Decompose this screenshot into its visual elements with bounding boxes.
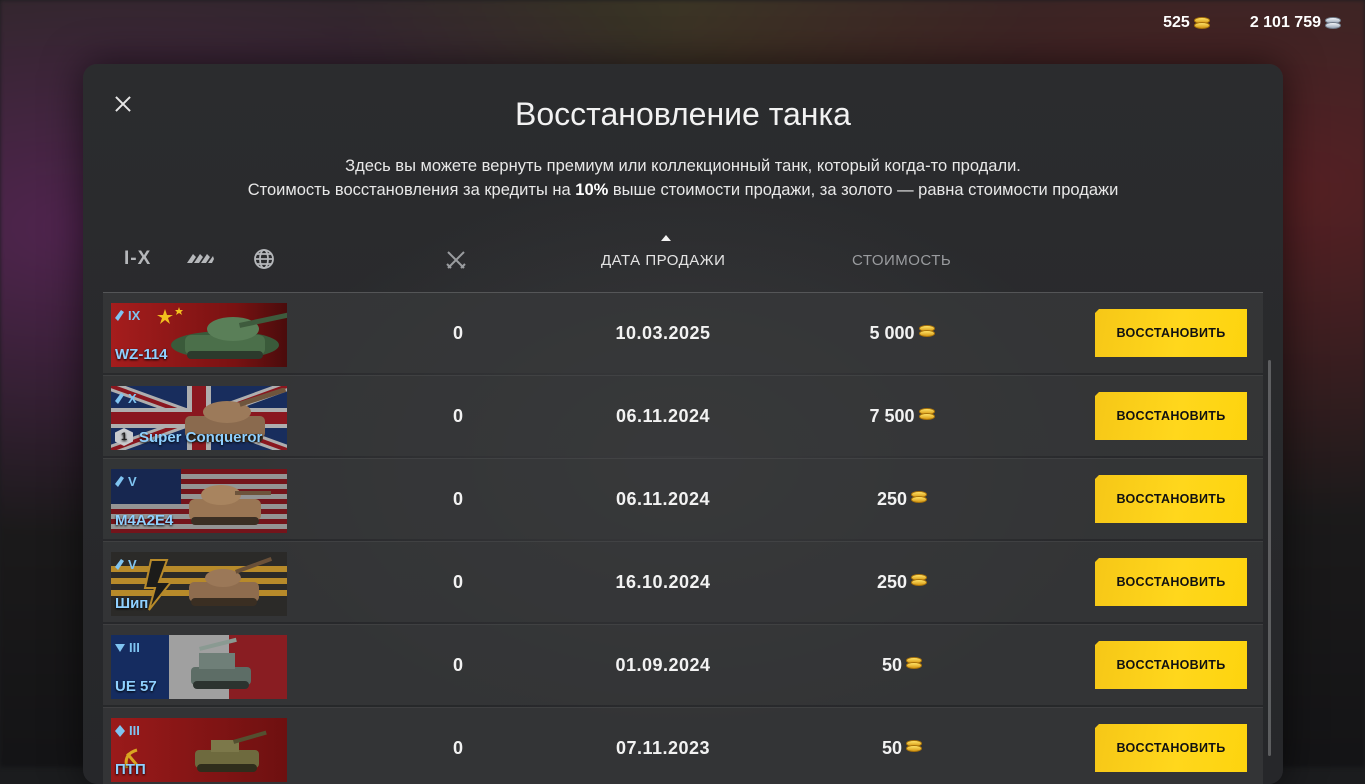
- description-line-2: Стоимость восстановления за кредиты на 1…: [247, 181, 1119, 199]
- sale-date: 07.11.2023: [615, 738, 711, 758]
- sort-ascending-icon: [661, 235, 671, 241]
- premium-icon: [115, 559, 124, 570]
- tank-name: UE 57: [115, 678, 157, 695]
- tank-card: III UE 57: [111, 635, 287, 699]
- restore-button[interactable]: ВОССТАНОВИТЬ: [1095, 392, 1247, 440]
- column-header-sale-date[interactable]: ДАТА ПРОДАЖИ: [601, 252, 725, 269]
- restore-button[interactable]: ВОССТАНОВИТЬ: [1095, 309, 1247, 357]
- tank-tier: III: [115, 640, 140, 655]
- restore-cost: 250: [823, 459, 983, 539]
- tank-name: WZ-114: [115, 346, 168, 363]
- gold-coin-icon: [906, 657, 924, 673]
- column-header-cost[interactable]: СТОИМОСТЬ: [852, 252, 951, 269]
- tank-ship-image: [189, 557, 273, 606]
- gold-coin-icon: [911, 491, 929, 507]
- table-row: V M4A2E4 0 06.11.2024 250 ВОССТАНОВИТЬ: [103, 458, 1263, 539]
- sale-date: 01.09.2024: [615, 655, 711, 675]
- tank-tier: V: [115, 474, 137, 489]
- tank-name: ПТП: [115, 761, 146, 778]
- tank-type-td-icon: [115, 724, 125, 737]
- battles-crossed-swords-icon[interactable]: [445, 250, 467, 275]
- currency-bar: 525 2 101 759: [1163, 14, 1341, 32]
- sale-date: 06.11.2024: [615, 489, 711, 509]
- tank-card: V M4A2E4: [111, 469, 287, 533]
- battles-count: 0: [452, 406, 463, 426]
- scrollbar[interactable]: [1268, 360, 1271, 756]
- gold-coin-icon: [918, 325, 937, 341]
- nation-filter-globe-icon[interactable]: [249, 248, 279, 270]
- table-row: IX WZ-114 0 10.03.2025 5 000 ВОССТАНОВИТ…: [103, 292, 1263, 373]
- tank-card: III ПТП: [111, 718, 287, 782]
- battles-count: 0: [452, 738, 463, 758]
- tank-tier: IX: [115, 308, 140, 323]
- sale-date: 16.10.2024: [615, 572, 711, 592]
- vehicle-type-filter-icon[interactable]: [185, 248, 215, 270]
- battles-count: 0: [452, 489, 463, 509]
- tank-card: X 1 Super Conqueror: [111, 386, 287, 450]
- restore-button[interactable]: ВОССТАНОВИТЬ: [1095, 558, 1247, 606]
- tank-name: M4A2E4: [115, 512, 174, 529]
- gold-amount: 525: [1163, 14, 1190, 31]
- sale-date: 10.03.2025: [615, 323, 711, 343]
- premium-icon: [115, 476, 124, 487]
- silver-balance: 2 101 759: [1249, 14, 1341, 32]
- mastery-badge-icon: 1: [115, 428, 133, 446]
- tier-filter-button[interactable]: I-X: [124, 248, 151, 270]
- table-row: V Шип 0 16.10.2024 250 ВОССТАНОВИТЬ: [103, 541, 1263, 622]
- gold-coin-icon: [1193, 17, 1210, 29]
- silver-amount: 2 101 759: [1249, 14, 1321, 31]
- premium-icon: [115, 393, 124, 404]
- restore-cost: 50: [823, 625, 983, 705]
- restore-cost: 7 500: [823, 376, 983, 456]
- tank-tier: X: [115, 391, 137, 406]
- tank-card: IX WZ-114: [111, 303, 287, 367]
- gold-balance: 525: [1163, 14, 1210, 32]
- silver-coin-icon: [1325, 17, 1341, 29]
- gold-coin-icon: [918, 408, 937, 424]
- tank-card: V Шип: [111, 552, 287, 616]
- restore-button[interactable]: ВОССТАНОВИТЬ: [1095, 641, 1247, 689]
- battles-count: 0: [452, 323, 463, 343]
- tank-name: Шип: [115, 595, 149, 612]
- tank-m4a2e4-image: [189, 485, 271, 525]
- restore-button[interactable]: ВОССТАНОВИТЬ: [1095, 475, 1247, 523]
- battles-count: 0: [452, 655, 463, 675]
- tank-wz114-image: [171, 312, 287, 359]
- dialog-title: Восстановление танка: [515, 96, 851, 132]
- premium-icon: [115, 310, 124, 321]
- table-row: III ПТП 0 07.11.2023 50 ВОССТАНОВИТЬ: [103, 707, 1263, 784]
- restore-cost: 250: [823, 542, 983, 622]
- restore-button[interactable]: ВОССТАНОВИТЬ: [1095, 724, 1247, 772]
- tank-ptp-image: [195, 730, 267, 772]
- tank-type-light-icon: [115, 643, 125, 652]
- restore-tank-dialog: Восстановление танка Здесь вы можете вер…: [83, 64, 1283, 784]
- dialog-description: Здесь вы можете вернуть премиум или колл…: [83, 154, 1283, 202]
- tank-ue57-image: [191, 637, 251, 689]
- tank-tier: III: [115, 723, 140, 738]
- battles-count: 0: [452, 572, 463, 592]
- gold-coin-icon: [906, 740, 924, 756]
- description-line-1: Здесь вы можете вернуть премиум или колл…: [345, 157, 1021, 175]
- filter-bar: I-X: [124, 248, 279, 270]
- tank-tier: V: [115, 557, 137, 572]
- sale-date: 06.11.2024: [615, 406, 711, 426]
- table-row: X 1 Super Conqueror 0 06.11.2024 7 500 В…: [103, 375, 1263, 456]
- tank-list: IX WZ-114 0 10.03.2025 5 000 ВОССТАНОВИТ…: [103, 292, 1263, 784]
- gold-coin-icon: [911, 574, 929, 590]
- restore-cost: 5 000: [823, 293, 983, 373]
- restore-cost: 50: [823, 708, 983, 784]
- tank-name: 1 Super Conqueror: [115, 428, 262, 446]
- table-row: III UE 57 0 01.09.2024 50 ВОССТАНОВИТЬ: [103, 624, 1263, 705]
